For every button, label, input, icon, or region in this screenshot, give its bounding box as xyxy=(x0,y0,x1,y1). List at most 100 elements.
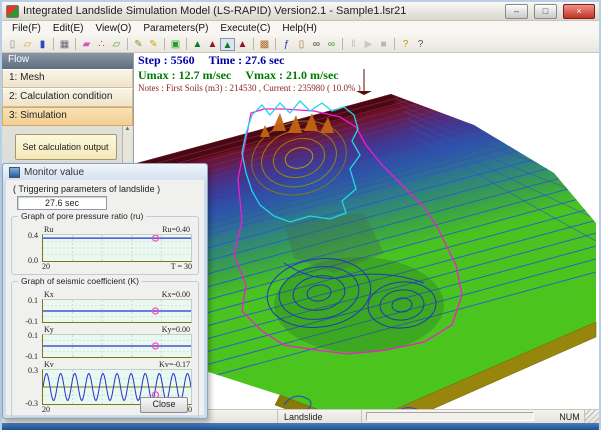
monitor-close-button[interactable]: Close xyxy=(140,397,188,413)
soil-area-icon[interactable]: ▰ xyxy=(79,38,94,51)
simulation-hud: Step : 5560 Time : 27.6 sec Umax : 12.7 m… xyxy=(138,53,361,93)
resize-grip[interactable] xyxy=(585,410,599,423)
flow-item-mesh[interactable]: 1: Mesh xyxy=(2,69,133,88)
pore-x-axis: 20 T = 30 xyxy=(42,262,192,272)
check-flag-icon[interactable]: ▣ xyxy=(168,38,183,51)
pore-pressure-group: Graph of pore pressure ratio (ru) Ru Ru=… xyxy=(11,216,199,275)
menu-file[interactable]: File(F) xyxy=(6,22,47,35)
toolbar-separator xyxy=(394,38,395,50)
ru-ymax-label: 0.4 xyxy=(16,231,38,240)
menu-view[interactable]: View(O) xyxy=(89,22,137,35)
clipboard-icon[interactable]: ▯ xyxy=(294,38,309,51)
ru-ymin-label: 0.0 xyxy=(16,256,38,265)
app-icon xyxy=(6,5,19,18)
toolbar-separator xyxy=(75,38,76,50)
pore-pressure-group-label: Graph of pore pressure ratio (ru) xyxy=(18,211,146,221)
toolbar-separator xyxy=(253,38,254,50)
toolbar-separator xyxy=(186,38,187,50)
play-icon: ▶ xyxy=(361,38,376,51)
toolbar-separator xyxy=(53,38,54,50)
time-readout: Time : 27.6 sec xyxy=(209,53,285,67)
ky-graph: Ky Ky=0.00 0.1 -0.1 xyxy=(42,334,192,358)
search-green-icon[interactable]: ∞ xyxy=(324,38,339,51)
pore-pressure-graph: Ru Ru=0.40 0.4 0.0 xyxy=(42,234,192,262)
ru-axis-label: Ru xyxy=(44,225,53,234)
sim-green-active-icon[interactable]: ▲ xyxy=(220,38,235,51)
notes-readout: Notes : First Soils (m3) : 214530 , Curr… xyxy=(138,83,361,93)
x-max-label: T = 30 xyxy=(171,262,192,272)
menu-help[interactable]: Help(H) xyxy=(276,22,322,35)
minimize-button[interactable]: – xyxy=(505,4,528,19)
flow-item-calculation-condition[interactable]: 2: Calculation condition xyxy=(2,88,133,107)
menu-parameters[interactable]: Parameters(P) xyxy=(137,22,214,35)
sim-red2-icon[interactable]: ▲ xyxy=(235,38,250,51)
save-icon[interactable]: ▮ xyxy=(35,38,50,51)
kv-ymax-label: 0.3 xyxy=(16,366,38,375)
kx-graph: Kx Kx=0.00 0.1 -0.1 xyxy=(42,299,192,323)
title-bar[interactable]: Integrated Landslide Simulation Model (L… xyxy=(2,2,599,21)
scatter-points-icon[interactable]: ∴ xyxy=(94,38,109,51)
umax-readout: Umax : 12.7 m/sec xyxy=(138,68,231,82)
ky-axis-label: Ky xyxy=(44,325,54,334)
x-min-label: 20 xyxy=(42,405,50,415)
monitor-window-title: Monitor value xyxy=(24,167,84,178)
context-help-icon[interactable]: ? xyxy=(413,38,428,51)
toolbar-separator xyxy=(342,38,343,50)
kv-ymin-label: -0.3 xyxy=(16,399,38,408)
flow-panel-header: Flow xyxy=(2,53,133,69)
mesh-grid-icon[interactable]: ▦ xyxy=(57,38,72,51)
monitor-title-bar[interactable]: Monitor value xyxy=(3,164,207,181)
ru-plot xyxy=(42,234,192,262)
help-icon[interactable]: ? xyxy=(398,38,413,51)
search-dark-icon[interactable]: ∞ xyxy=(309,38,324,51)
ru-value-label: Ru=0.40 xyxy=(162,225,190,234)
monitor-body: ( Triggering parameters of landslide ) 2… xyxy=(6,180,204,415)
kx-plot xyxy=(42,299,192,323)
monitor-window-icon xyxy=(9,167,20,178)
kx-axis-label: Kx xyxy=(44,290,54,299)
vmax-readout: Vmax : 21.0 m/sec xyxy=(245,68,338,82)
sim-green-icon[interactable]: ▲ xyxy=(190,38,205,51)
close-button[interactable]: × xyxy=(563,4,595,19)
toolbar: ▯▱▮▦▰∴▱✎✎▣▲▲▲▲▩ƒ▯∞∞‖▶■?? xyxy=(2,36,599,53)
maximize-button[interactable]: □ xyxy=(534,4,557,19)
sim-red-icon[interactable]: ▲ xyxy=(205,38,220,51)
status-mode-pane: Landslide xyxy=(278,410,362,423)
kx-ymin-label: -0.1 xyxy=(16,317,38,326)
ky-ymin-label: -0.1 xyxy=(16,352,38,361)
monitor-time-field[interactable]: 27.6 sec xyxy=(17,196,107,210)
stop-icon: ■ xyxy=(376,38,391,51)
ky-value-label: Ky=0.00 xyxy=(162,325,190,334)
monitor-subtitle: ( Triggering parameters of landslide ) xyxy=(13,184,199,194)
import-area-icon[interactable]: ▱ xyxy=(109,38,124,51)
open-folder-icon[interactable]: ▱ xyxy=(20,38,35,51)
set-calculation-output-button[interactable]: Set calculation output xyxy=(15,134,117,160)
toolbar-separator xyxy=(275,38,276,50)
status-progress-bar xyxy=(366,412,534,421)
ky-plot xyxy=(42,334,192,358)
kx-value-label: Kx=0.00 xyxy=(162,290,190,299)
x-min-label: 20 xyxy=(42,262,50,272)
kv-axis-label: Kv xyxy=(44,360,54,369)
menu-bar: File(F) Edit(E) View(O) Parameters(P) Ex… xyxy=(2,21,599,36)
window-title: Integrated Landslide Simulation Model (L… xyxy=(23,5,499,17)
new-file-icon[interactable]: ▯ xyxy=(5,38,20,51)
toolbar-separator xyxy=(127,38,128,50)
flow-item-simulation[interactable]: 3: Simulation xyxy=(2,107,133,126)
monitor-value-window[interactable]: Monitor value ( Triggering parameters of… xyxy=(2,163,208,419)
function-icon[interactable]: ƒ xyxy=(279,38,294,51)
menu-execute[interactable]: Execute(C) xyxy=(214,22,276,35)
toolbar-separator xyxy=(164,38,165,50)
kx-ymax-label: 0.1 xyxy=(16,296,38,305)
menu-edit[interactable]: Edit(E) xyxy=(47,22,90,35)
step-readout: Step : 5560 xyxy=(138,53,195,67)
kv-value-label: Kv=-0.17 xyxy=(159,360,190,369)
snapshot-icon[interactable]: ▩ xyxy=(257,38,272,51)
draw-tool-green-icon[interactable]: ✎ xyxy=(131,38,146,51)
pause-icon: ‖ xyxy=(346,38,361,51)
draw-tool-yellow-icon[interactable]: ✎ xyxy=(146,38,161,51)
ky-ymax-label: 0.1 xyxy=(16,331,38,340)
status-num-lock: NUM xyxy=(555,410,585,423)
window-bottom-border xyxy=(2,423,599,430)
seismic-group-label: Graph of seismic coefficient (K) xyxy=(18,276,142,286)
